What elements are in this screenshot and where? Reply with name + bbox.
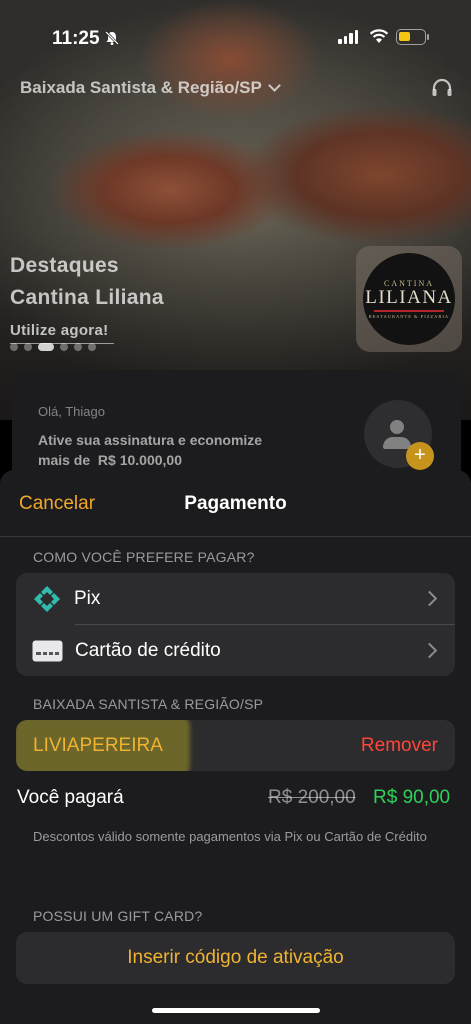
featured-title-line2: Cantina Liliana (10, 286, 164, 309)
wifi-icon (369, 29, 389, 43)
bell-off-icon (105, 31, 119, 45)
coupon-group: LIVIAPEREIRA Remover (16, 720, 455, 771)
carousel-dot[interactable] (24, 343, 32, 351)
plus-icon[interactable]: + (406, 442, 434, 470)
discounted-price: R$ 90,00 (373, 787, 451, 808)
subscription-message: Ative sua assinatura e economize mais de… (38, 430, 262, 470)
featured-banner[interactable]: Destaques Cantina Liliana Utilize agora! (10, 250, 164, 344)
greeting-text: Olá, Thiago (38, 404, 105, 419)
chevron-down-icon (268, 79, 281, 92)
featured-title-line1: Destaques (10, 254, 119, 277)
chevron-right-icon (421, 642, 438, 659)
avatar-head (390, 420, 404, 434)
sheet-title: Pagamento (184, 493, 287, 514)
coupon-code: LIVIAPEREIRA (33, 735, 163, 756)
featured-cta-link[interactable]: Utilize agora! (10, 322, 164, 339)
header-divider (0, 536, 471, 537)
original-price: R$ 200,00 (268, 787, 356, 808)
avatar-body (383, 437, 411, 449)
total-line: Você pagará R$ 200,00 R$ 90,00 (0, 784, 471, 814)
region-label: Baixada Santista & Região/SP (20, 78, 262, 97)
total-label: Você pagará (17, 787, 124, 808)
status-bar: 11:25 (0, 22, 471, 54)
cellular-signal-icon (338, 30, 358, 44)
credit-card-icon (32, 640, 63, 661)
pix-label: Pix (74, 587, 101, 609)
remove-coupon-button[interactable]: Remover (361, 735, 438, 757)
logo-badge: CANTINA LILIANA RESTAURANTE & PIZZARIA (363, 253, 455, 345)
region-selector[interactable]: Baixada Santista & Região/SP (20, 78, 281, 98)
region-section-label: BAIXADA SANTISTA & REGIÃO/SP (33, 696, 264, 712)
chevron-right-icon (421, 590, 438, 607)
payment-sheet: Cancelar Pagamento COMO VOCÊ PREFERE PAG… (0, 470, 471, 1024)
credit-card-label: Cartão de crédito (75, 639, 221, 661)
subscription-message-line1: Ative sua assinatura e economize (38, 432, 263, 448)
sheet-header: Cancelar Pagamento (0, 470, 471, 536)
payment-methods-group: Pix Cartão de crédito (16, 573, 455, 676)
logo-stripe (374, 310, 444, 312)
logo-name: LILIANA (365, 287, 453, 308)
status-time: 11:25 (52, 28, 100, 49)
subscription-message-line2: mais de R$ 10.000,00 (38, 452, 182, 468)
cantina-liliana-logo[interactable]: CANTINA LILIANA RESTAURANTE & PIZZARIA (356, 246, 462, 352)
pix-icon (34, 585, 60, 612)
home-indicator[interactable] (152, 1008, 320, 1013)
coupon-row: LIVIAPEREIRA Remover (16, 720, 455, 771)
payment-method-pix[interactable]: Pix (16, 573, 455, 624)
insert-activation-code-button[interactable]: Inserir código de ativação (16, 932, 455, 984)
carousel-page-indicator[interactable] (10, 343, 96, 351)
payment-method-section-label: COMO VOCÊ PREFERE PAGAR? (33, 549, 255, 565)
headset-icon[interactable] (430, 76, 454, 100)
carousel-dot[interactable] (88, 343, 96, 351)
carousel-dot[interactable] (38, 343, 54, 351)
carousel-dot[interactable] (60, 343, 68, 351)
battery-icon (396, 29, 429, 45)
carousel-dot[interactable] (10, 343, 18, 351)
carousel-dot[interactable] (74, 343, 82, 351)
discount-note: Descontos válido somente pagamentos via … (33, 829, 427, 844)
hero-background-image (0, 0, 471, 420)
gift-card-section-label: POSSUI UM GIFT CARD? (33, 908, 203, 924)
payment-method-credit-card[interactable]: Cartão de crédito (16, 625, 455, 676)
logo-tagline: RESTAURANTE & PIZZARIA (368, 314, 450, 319)
